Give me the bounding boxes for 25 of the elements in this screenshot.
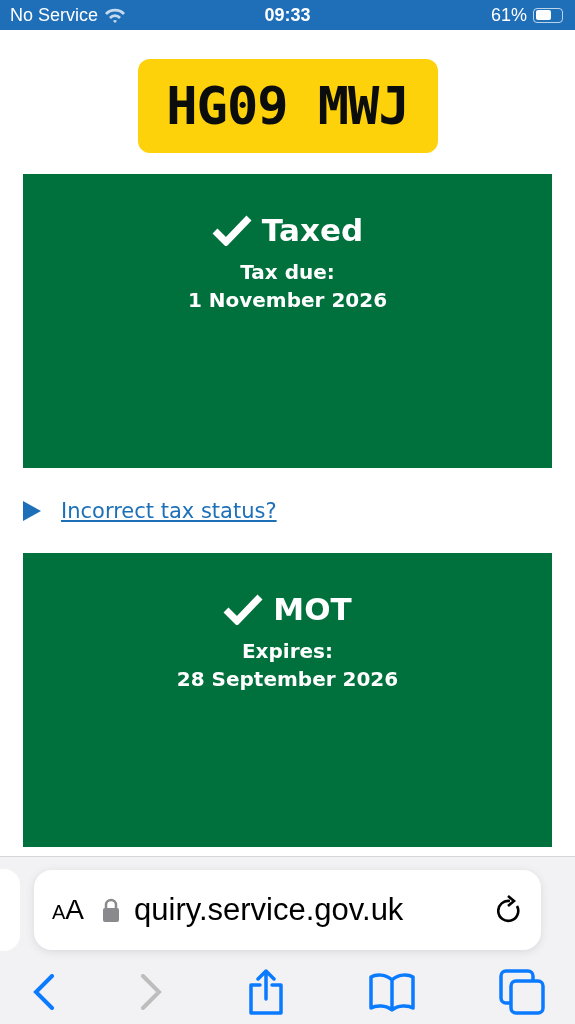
share-icon[interactable] (246, 969, 285, 1015)
clock-text: 09:33 (264, 4, 311, 26)
details-link[interactable]: Incorrect tax status? (61, 498, 277, 523)
tick-icon (211, 214, 252, 246)
reload-icon[interactable] (497, 895, 523, 925)
status-title: MOT (273, 591, 352, 627)
status-label: Expires: (241, 638, 334, 665)
status-title: Taxed (261, 212, 364, 248)
address-bar[interactable]: AA quiry.service.gov.uk (34, 870, 541, 950)
book-icon[interactable] (367, 972, 416, 1012)
lock-icon (102, 898, 121, 922)
battery-text: 61% (490, 4, 527, 26)
wifi-icon (104, 7, 127, 23)
number-plate: HG09 MWJ (137, 59, 438, 153)
status-date: 28 September 2026 (176, 666, 399, 693)
url-text: quiry.service.gov.uk (134, 892, 405, 928)
back-icon[interactable] (32, 974, 56, 1010)
battery-icon (533, 7, 563, 23)
carrier-text: No Service (10, 4, 99, 26)
status-label: Tax due: (240, 259, 335, 286)
tabs-icon[interactable] (499, 969, 545, 1015)
status-date: 1 November 2026 (187, 287, 388, 314)
text-size-button[interactable]: AA (52, 894, 89, 926)
disclosure-triangle-icon (23, 500, 41, 521)
tick-icon (223, 593, 264, 625)
